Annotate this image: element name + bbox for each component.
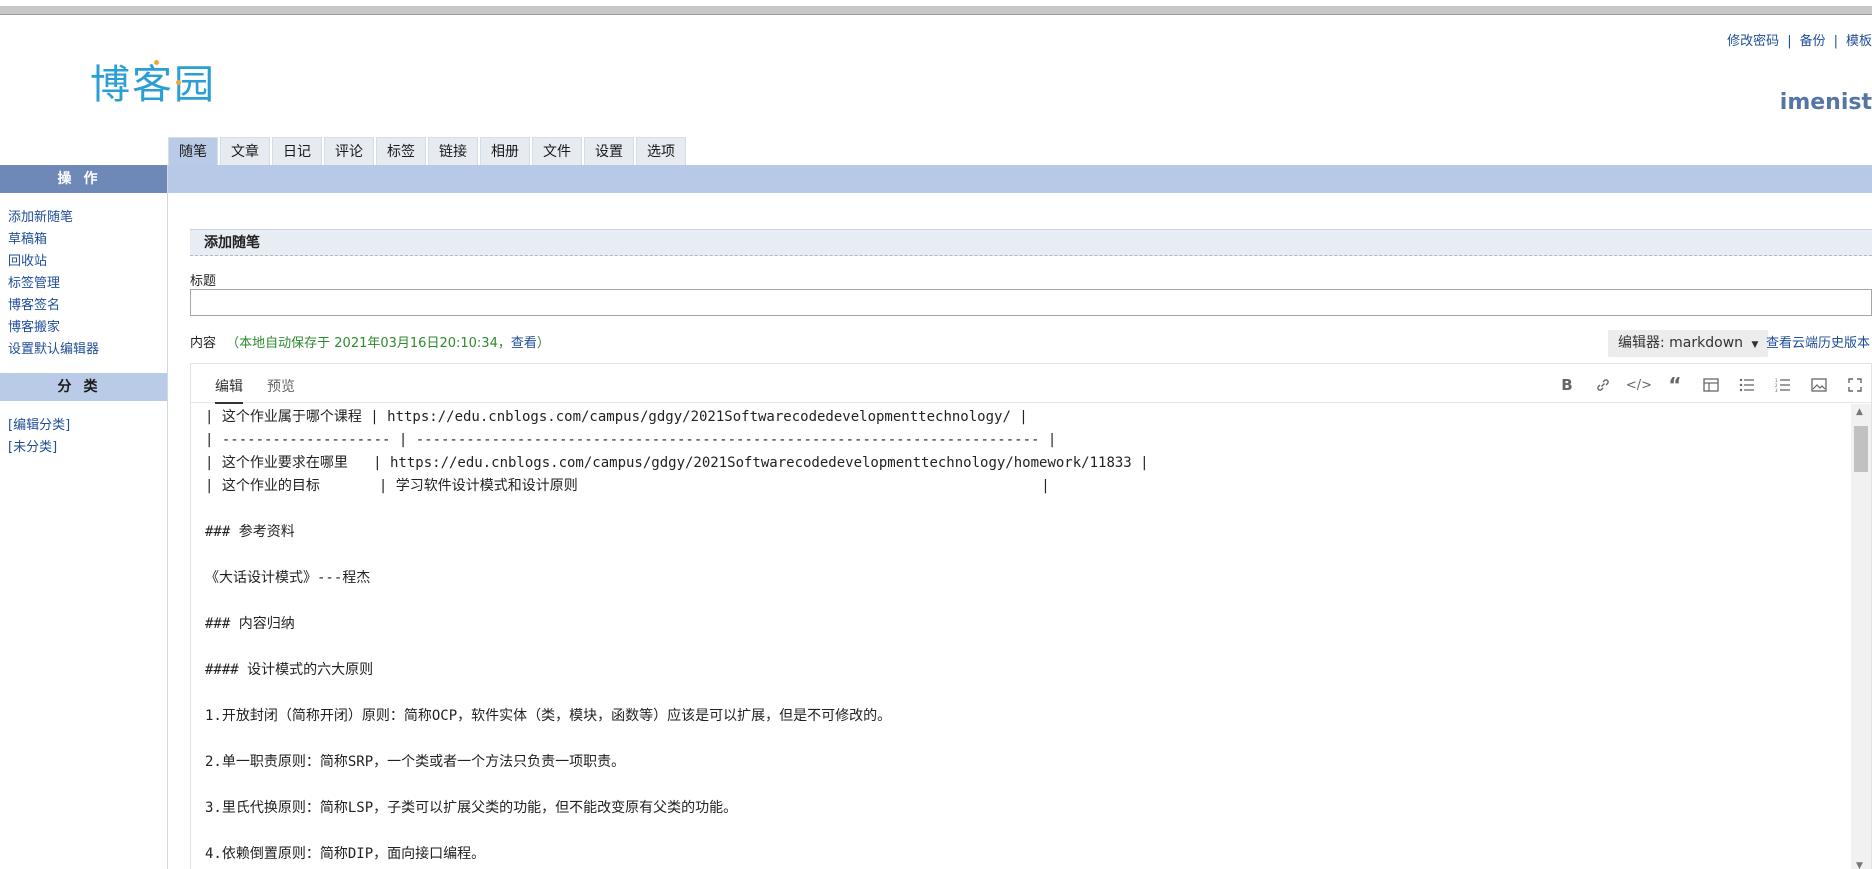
autosave-status: （本地自动保存于 2021年03月16日20:10:34，查看） <box>226 336 550 351</box>
backup-link[interactable]: 备份 <box>1800 34 1826 49</box>
cloud-history-link[interactable]: 查看云端历史版本 <box>1766 332 1870 351</box>
tab-files[interactable]: 文件 <box>532 137 582 165</box>
scroll-down-icon[interactable]: ▼ <box>1856 861 1863 869</box>
title-input[interactable] <box>190 289 1872 316</box>
tab-article[interactable]: 文章 <box>220 137 270 165</box>
editor-scrollbar[interactable]: ▲ ▼ <box>1851 404 1871 869</box>
tab-tags[interactable]: 标签 <box>376 137 426 165</box>
bullet-list-icon[interactable] <box>1729 374 1765 396</box>
top-strip <box>0 0 1872 16</box>
autosave-view-link[interactable]: 查看 <box>511 336 537 351</box>
sidebar-item-drafts[interactable]: 草稿箱 <box>8 229 167 251</box>
logo-dot <box>176 80 181 85</box>
editor-line: 1.开放封闭（简称开闭）原则：简称OCP，软件实体（类，模块，函数等）应该是可以… <box>205 708 892 724</box>
logo-text: 博客园 <box>90 62 216 108</box>
editor-select[interactable]: 编辑器: markdown ▼ <box>1608 330 1769 357</box>
svg-text:3: 3 <box>1775 388 1778 392</box>
editor-line: #### 设计模式的六大原则 <box>205 662 374 678</box>
sidebar-item-tag-management[interactable]: 标签管理 <box>8 273 167 295</box>
editor-toolbar: B </> “ 123 <box>1549 373 1872 397</box>
chevron-down-icon: ▼ <box>1751 340 1759 350</box>
editor-line: ### 参考资料 <box>205 524 295 540</box>
tab-comments[interactable]: 评论 <box>324 137 374 165</box>
scroll-up-icon[interactable]: ▲ <box>1856 407 1863 417</box>
editor-line: | 这个作业要求在哪里 | https://edu.cnblogs.com/ca… <box>205 455 1149 471</box>
category-header: 分类 <box>0 373 167 401</box>
editor-select-label: 编辑器: markdown <box>1618 335 1744 351</box>
editor-textarea[interactable]: | 这个作业属于哪个课程 | https://edu.cnblogs.com/c… <box>191 404 1843 869</box>
header-bar <box>168 165 1872 193</box>
content-label: 内容 <box>190 336 217 351</box>
autosave-close: ） <box>536 336 550 351</box>
logo-dot <box>154 60 159 65</box>
sidebar: 操作 添加新随笔 草稿箱 回收站 标签管理 博客签名 博客搬家 设置默认编辑器 … <box>0 165 168 869</box>
top-links: 修改密码 | 备份 | 模板 <box>1727 30 1872 49</box>
editor-line: 《大话设计模式》---程杰 <box>205 570 371 586</box>
sidebar-item-blog-move[interactable]: 博客搬家 <box>8 317 167 339</box>
tab-links[interactable]: 链接 <box>428 137 478 165</box>
sidebar-item-edit-categories[interactable]: [编辑分类] <box>8 415 167 437</box>
table-icon[interactable] <box>1693 374 1729 396</box>
username[interactable]: imenist <box>1780 90 1872 115</box>
tab-settings[interactable]: 设置 <box>584 137 634 165</box>
template-link[interactable]: 模板 <box>1846 34 1872 49</box>
operations-list: 添加新随笔 草稿箱 回收站 标签管理 博客签名 博客搬家 设置默认编辑器 <box>0 193 167 373</box>
tab-diary[interactable]: 日记 <box>272 137 322 165</box>
operations-header: 操作 <box>0 165 167 193</box>
editor-line: 2.单一职责原则：简称SRP，一个类或者一个方法只负责一项职责。 <box>205 754 626 770</box>
sidebar-item-default-editor[interactable]: 设置默认编辑器 <box>8 339 167 361</box>
tab-preview[interactable]: 预览 <box>267 376 295 396</box>
quote-icon[interactable]: “ <box>1657 373 1693 397</box>
editor-line: | 这个作业的目标 | 学习软件设计模式和设计原则 | <box>205 478 1050 494</box>
editor-tabbar: 编辑 预览 B </> “ 123 <box>191 364 1872 404</box>
section-title: 添加随笔 <box>190 229 1872 256</box>
scrollbar-thumb[interactable] <box>1854 426 1868 472</box>
editor-line: 3.里氏代换原则：简称LSP，子类可以扩展父类的功能，但不能改变原有父类的功能。 <box>205 800 738 816</box>
editor-line: | 这个作业属于哪个课程 | https://edu.cnblogs.com/c… <box>205 409 1028 425</box>
tab-album[interactable]: 相册 <box>480 137 530 165</box>
content-label-row: 内容 （本地自动保存于 2021年03月16日20:10:34，查看） <box>190 332 550 351</box>
numbered-list-icon[interactable]: 123 <box>1765 374 1801 396</box>
separator: | <box>1833 34 1838 49</box>
image-icon[interactable] <box>1801 374 1837 396</box>
editor-line: | -------------------- | ---------------… <box>205 432 1057 448</box>
tab-options[interactable]: 选项 <box>636 137 686 165</box>
change-password-link[interactable]: 修改密码 <box>1727 34 1779 49</box>
main-tabs: 随笔 文章 日记 评论 标签 链接 相册 文件 设置 选项 <box>168 137 686 165</box>
sidebar-item-blog-signature[interactable]: 博客签名 <box>8 295 167 317</box>
bold-icon[interactable]: B <box>1549 374 1585 396</box>
category-list: [编辑分类] [未分类] <box>0 401 167 471</box>
editor-line: 4.依赖倒置原则：简称DIP，面向接口编程。 <box>205 846 486 862</box>
editor-line: ### 内容归纳 <box>205 616 295 632</box>
markdown-editor: 编辑 预览 B </> “ 123 | 这个作业属于哪个课程 | https:/… <box>190 363 1872 869</box>
autosave-text: （本地自动保存于 2021年03月16日20:10:34， <box>226 336 511 351</box>
sidebar-item-uncategorized[interactable]: [未分类] <box>8 437 167 459</box>
title-label: 标题 <box>190 274 217 289</box>
fullscreen-icon[interactable] <box>1837 374 1872 396</box>
site-logo[interactable]: 博客园 <box>90 52 216 110</box>
tab-edit[interactable]: 编辑 <box>215 376 243 404</box>
sidebar-item-recycle-bin[interactable]: 回收站 <box>8 251 167 273</box>
separator: | <box>1787 34 1792 49</box>
sidebar-item-add-essay[interactable]: 添加新随笔 <box>8 207 167 229</box>
top-grey-strip <box>0 6 1872 15</box>
link-icon[interactable] <box>1585 374 1621 396</box>
code-icon[interactable]: </> <box>1621 374 1657 396</box>
tab-essay[interactable]: 随笔 <box>168 137 218 165</box>
